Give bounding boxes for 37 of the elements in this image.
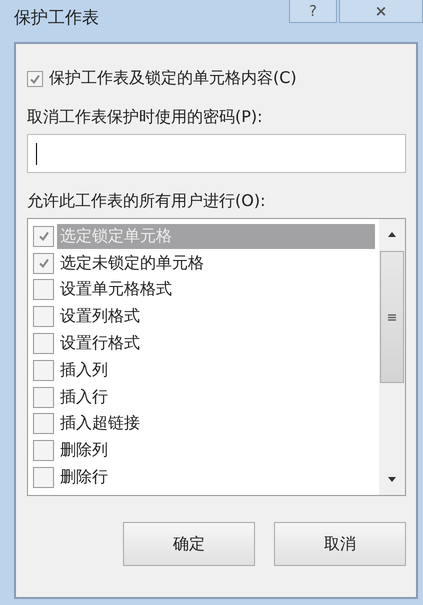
check-icon bbox=[29, 72, 41, 84]
help-button[interactable]: ? bbox=[289, 0, 337, 23]
list-item[interactable]: 选定未锁定的单元格 bbox=[57, 250, 375, 276]
checkbox[interactable] bbox=[33, 333, 54, 354]
grip-icon bbox=[388, 314, 396, 320]
checkbox[interactable] bbox=[33, 252, 54, 274]
scroll-up-icon[interactable] bbox=[387, 231, 397, 237]
ok-button[interactable]: 确定 bbox=[123, 522, 255, 566]
list-item[interactable]: 插入超链接 bbox=[57, 411, 375, 436]
checkbox[interactable] bbox=[33, 306, 54, 328]
list-item[interactable]: 设置行格式 bbox=[57, 331, 375, 356]
scrollbar[interactable] bbox=[379, 219, 405, 495]
checkbox[interactable] bbox=[33, 413, 54, 434]
close-button[interactable]: × bbox=[339, 0, 423, 23]
password-field[interactable] bbox=[27, 134, 406, 173]
check-icon bbox=[38, 257, 50, 270]
checkbox[interactable] bbox=[33, 226, 54, 247]
list-label: 允许此工作表的所有用户进行(O): bbox=[27, 191, 266, 212]
checkbox[interactable] bbox=[33, 467, 54, 488]
list-item[interactable]: 删除行 bbox=[57, 465, 375, 490]
scroll-down-icon[interactable] bbox=[387, 477, 397, 483]
list-item[interactable]: 设置单元格格式 bbox=[57, 277, 375, 302]
checkbox-label: 保护工作表及锁定的单元格内容(C) bbox=[49, 68, 297, 89]
checkbox[interactable] bbox=[33, 279, 54, 300]
list-item[interactable]: 设置列格式 bbox=[57, 304, 375, 330]
checkbox[interactable] bbox=[33, 360, 54, 381]
list-item[interactable]: 删除列 bbox=[57, 438, 375, 464]
checkbox[interactable] bbox=[27, 70, 43, 86]
checkbox[interactable] bbox=[33, 440, 54, 462]
cancel-button[interactable]: 取消 bbox=[274, 522, 406, 566]
checkbox[interactable] bbox=[33, 386, 54, 408]
text-cursor bbox=[36, 142, 37, 164]
list-item[interactable]: 插入行 bbox=[57, 384, 375, 410]
list-item[interactable]: 插入列 bbox=[57, 358, 375, 383]
check-icon bbox=[38, 230, 50, 242]
window-title: 保护工作表 bbox=[14, 7, 99, 29]
field-label: 取消工作表保护时使用的密码(P): bbox=[27, 107, 264, 128]
